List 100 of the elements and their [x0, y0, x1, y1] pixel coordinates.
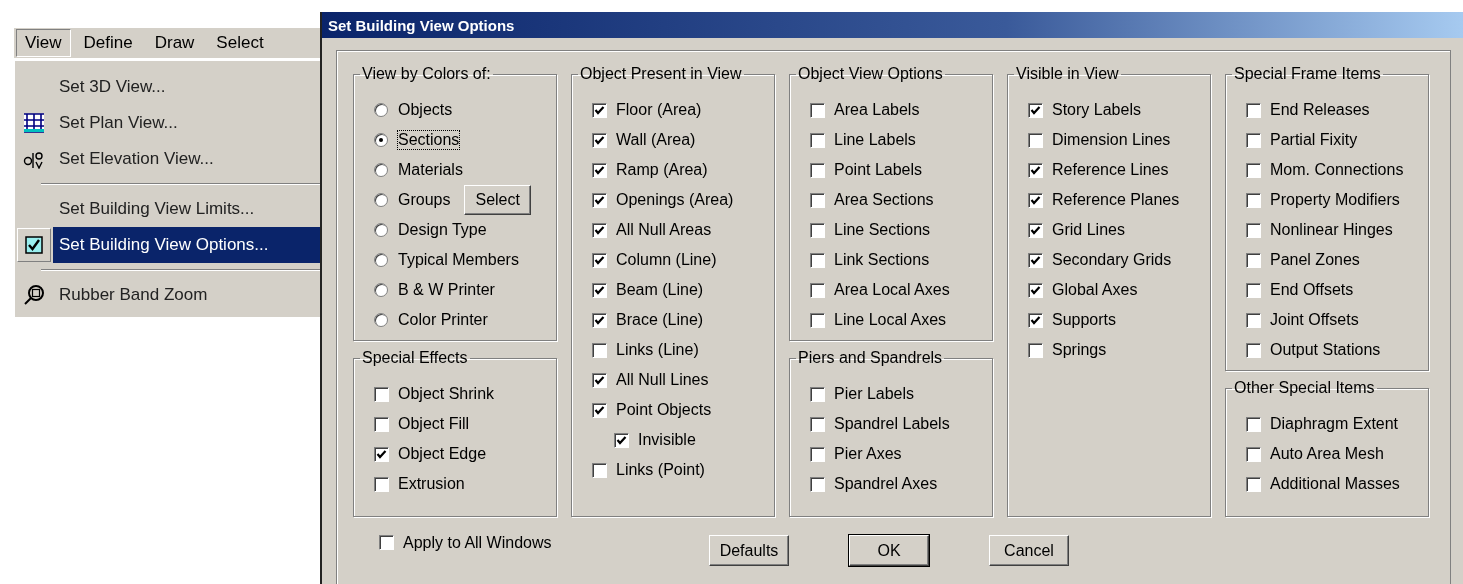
checkbox[interactable] — [592, 462, 607, 478]
menu-item[interactable]: Set Plan View... — [53, 105, 320, 141]
checkbox[interactable] — [592, 372, 607, 388]
checkbox[interactable] — [1028, 162, 1043, 178]
option-label: Mom. Connections — [1270, 161, 1404, 179]
option-label: Panel Zones — [1270, 251, 1360, 269]
checkbox[interactable] — [1028, 342, 1043, 358]
checkbox[interactable] — [379, 535, 394, 550]
checkbox[interactable] — [1246, 192, 1261, 208]
option-label: All Null Lines — [616, 371, 709, 389]
checkbox[interactable] — [810, 386, 825, 402]
menu-item[interactable]: Set Building View Limits... — [53, 191, 320, 227]
option-label: Object Fill — [398, 415, 470, 433]
checkbox[interactable] — [810, 446, 825, 462]
checkbox[interactable] — [810, 252, 825, 268]
checkbox[interactable] — [1246, 132, 1261, 148]
checkbox[interactable] — [810, 476, 825, 492]
checkbox[interactable] — [1246, 312, 1261, 328]
checkbox[interactable] — [1246, 416, 1261, 432]
option-label: Ramp (Area) — [616, 161, 708, 179]
menu-item[interactable]: Rubber Band Zoom — [53, 277, 320, 313]
option-label: Brace (Line) — [616, 311, 704, 329]
menu-item[interactable]: Set Elevation View... — [53, 141, 320, 177]
radio-button[interactable] — [374, 283, 388, 297]
checkbox[interactable] — [810, 416, 825, 432]
checkbox[interactable] — [810, 222, 825, 238]
radio-button[interactable] — [374, 193, 388, 207]
option-label: Partial Fixity — [1270, 131, 1358, 149]
option-label: Design Type — [398, 221, 487, 239]
menu-bar-item[interactable]: Define — [74, 29, 142, 57]
option-label: Line Sections — [834, 221, 931, 239]
dialog-button[interactable]: Defaults — [709, 535, 789, 566]
option-label: Invisible — [638, 431, 696, 449]
dialog-button[interactable]: Cancel — [989, 535, 1069, 566]
checkbox[interactable] — [592, 222, 607, 238]
checkbox[interactable] — [1246, 102, 1261, 118]
checkbox[interactable] — [374, 446, 389, 462]
checkbox[interactable] — [810, 162, 825, 178]
checkbox[interactable] — [1028, 312, 1043, 328]
checkbox[interactable] — [1028, 132, 1043, 148]
checkbox[interactable] — [1028, 102, 1043, 118]
option-label: Line Labels — [834, 131, 916, 149]
checkbox[interactable] — [592, 192, 607, 208]
checkbox[interactable] — [1246, 476, 1261, 492]
checkbox[interactable] — [592, 252, 607, 268]
option-label: Openings (Area) — [616, 191, 734, 209]
checkbox[interactable] — [592, 132, 607, 148]
magnifier-icon — [23, 284, 45, 306]
option-label: Object Edge — [398, 445, 487, 463]
checkbox[interactable] — [810, 312, 825, 328]
select-button[interactable]: Select — [464, 185, 531, 215]
option-label: Point Labels — [834, 161, 923, 179]
option-label: Groups — [398, 191, 451, 209]
checkbox[interactable] — [592, 282, 607, 298]
option-label: Typical Members — [398, 251, 519, 269]
radio-button[interactable] — [374, 133, 388, 147]
option-label: Nonlinear Hinges — [1270, 221, 1393, 239]
checkbox[interactable] — [1028, 192, 1043, 208]
checkbox[interactable] — [1028, 222, 1043, 238]
checkbox[interactable] — [810, 282, 825, 298]
group-title: Piers and Spandrels — [797, 349, 944, 367]
checkbox[interactable] — [810, 192, 825, 208]
radio-button[interactable] — [374, 223, 388, 237]
menu-item[interactable]: Set Building View Options... — [53, 227, 320, 263]
radio-button[interactable] — [374, 313, 388, 327]
menu-item[interactable]: Set 3D View... — [53, 69, 320, 105]
checkbox[interactable] — [1246, 162, 1261, 178]
checkbox[interactable] — [592, 162, 607, 178]
checkbox[interactable] — [592, 312, 607, 328]
checkbox[interactable] — [1246, 222, 1261, 238]
checkbox[interactable] — [810, 102, 825, 118]
checkbox[interactable] — [614, 432, 629, 448]
radio-button[interactable] — [374, 103, 388, 117]
checkbox[interactable] — [1246, 446, 1261, 462]
option-label: Line Local Axes — [834, 311, 947, 329]
checkbox[interactable] — [374, 416, 389, 432]
checkbox[interactable] — [1246, 282, 1261, 298]
checkbox[interactable] — [592, 402, 607, 418]
menu-bar-item[interactable]: View — [16, 29, 71, 57]
menu-bar-item[interactable]: Draw — [145, 29, 204, 57]
radio-button[interactable] — [374, 163, 388, 177]
checkbox[interactable] — [1028, 252, 1043, 268]
option-label: Materials — [398, 161, 463, 179]
checkbox[interactable] — [1246, 252, 1261, 268]
checkbox[interactable] — [810, 132, 825, 148]
menu-bar-item[interactable]: Select — [207, 29, 273, 57]
option-label: End Offsets — [1270, 281, 1354, 299]
option-label: Objects — [398, 101, 453, 119]
checkbox[interactable] — [1028, 282, 1043, 298]
checkbox[interactable] — [374, 476, 389, 492]
checkbox[interactable] — [1246, 342, 1261, 358]
checkbox[interactable] — [592, 102, 607, 118]
dialog-button[interactable]: OK — [849, 535, 929, 566]
option-label: Diaphragm Extent — [1270, 415, 1399, 433]
option-label: Output Stations — [1270, 341, 1381, 359]
checkbox[interactable] — [374, 386, 389, 402]
checkbox[interactable] — [592, 342, 607, 358]
option-label: Spandrel Axes — [834, 475, 938, 493]
radio-button[interactable] — [374, 253, 388, 267]
option-label: Area Labels — [834, 101, 920, 119]
